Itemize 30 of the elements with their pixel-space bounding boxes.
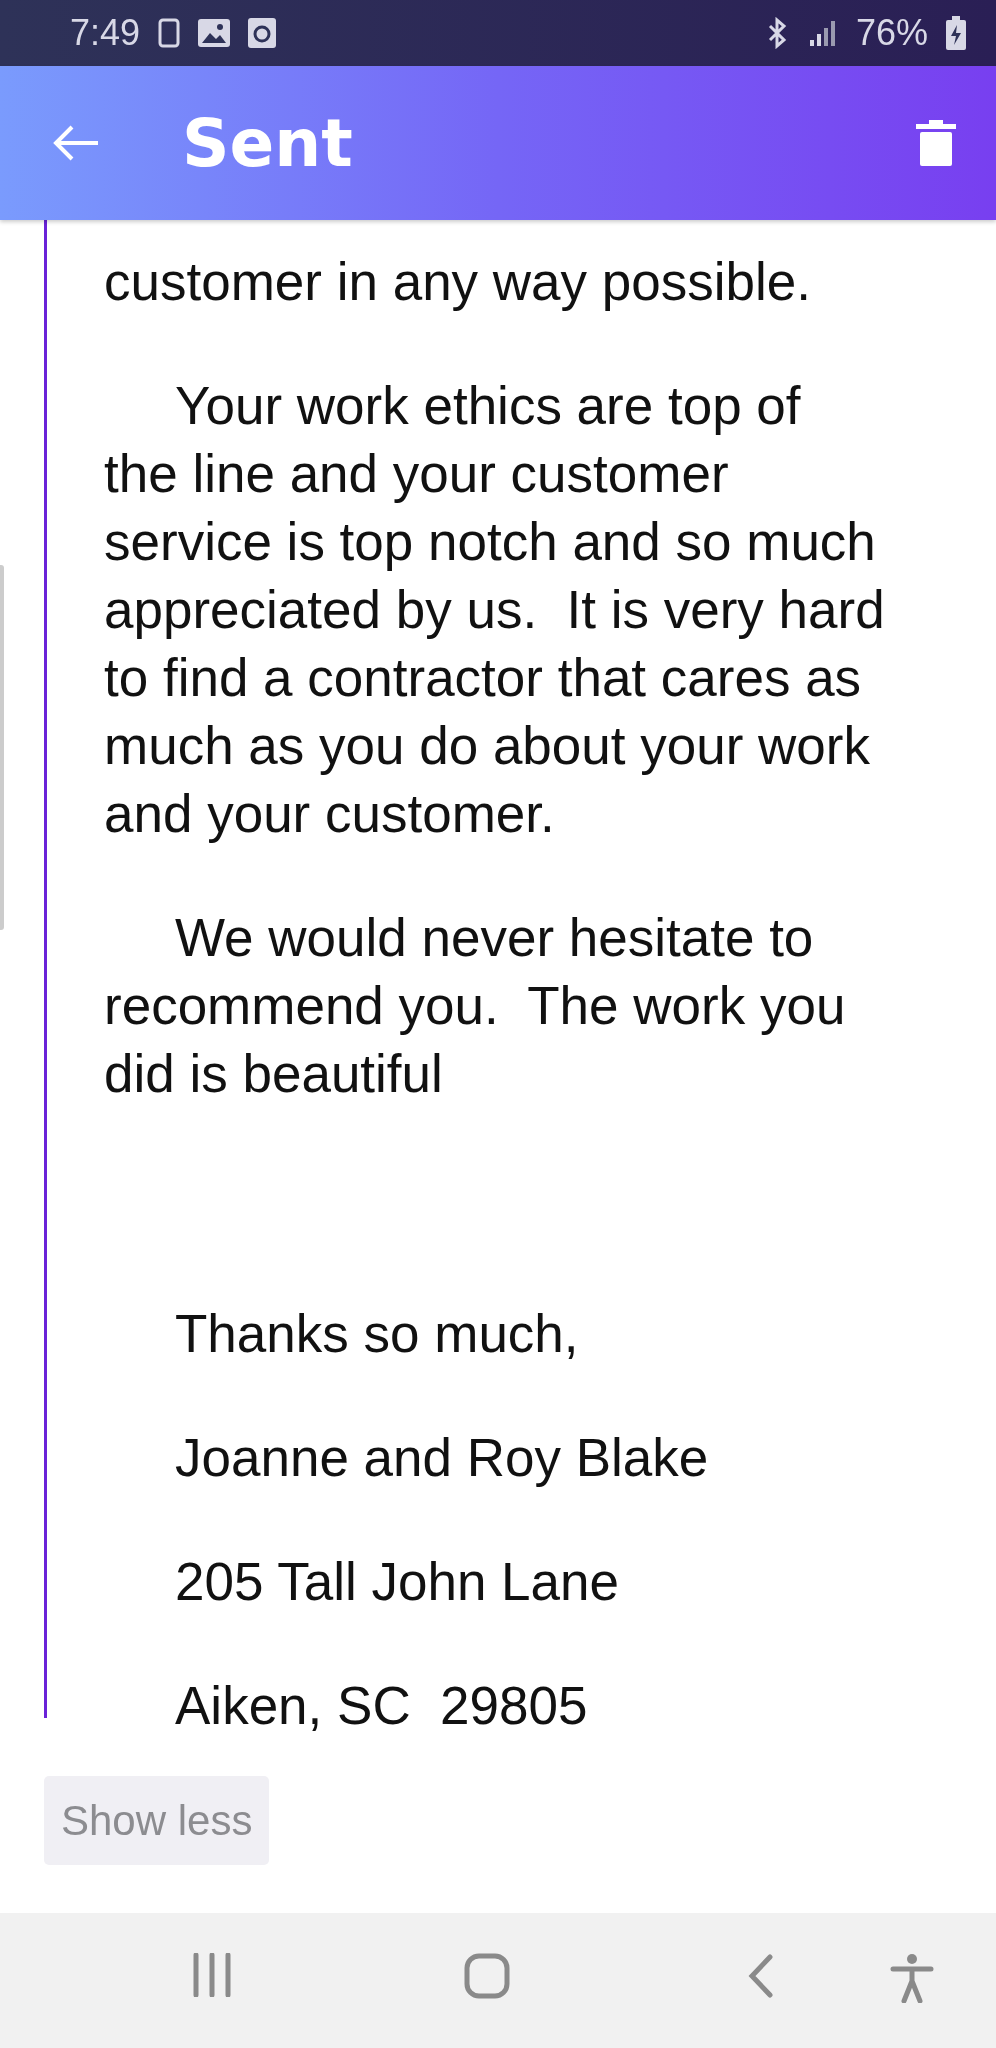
delete-button[interactable] [916,120,956,166]
message-text-line: We would never hesitate to [174,907,815,969]
message-text-line: appreciated by us. It is very hard [104,579,886,641]
back-button[interactable] [52,123,100,163]
back-nav-button[interactable] [746,1953,776,1999]
accessibility-button[interactable] [890,1953,934,2003]
message-text-line: Your work ethics are top of [174,375,802,437]
home-button[interactable] [464,1953,510,1999]
message-text-line: and your customer. [104,783,556,845]
phone-icon [158,18,181,48]
scroll-handle[interactable] [0,565,4,930]
message-text-line: the line and your customer [104,443,730,505]
image-icon [198,19,231,47]
show-less-button[interactable]: Show less [44,1776,270,1865]
battery-percentage: 76% [855,12,928,54]
message-text-line: recommend you. The work you [104,975,847,1037]
refresh-icon [248,18,277,48]
battery-icon [946,16,966,50]
message-text-line: service is top notch and so much [104,511,877,573]
message-text-line: customer in any way possible. [104,251,812,313]
signature-line: 205 Tall John Lane [175,1551,620,1613]
message-text-line: did is beautiful [104,1043,444,1105]
signal-icon [807,18,838,48]
signature-line: Joanne and Roy Blake [175,1427,710,1489]
message-text-line: to find a contractor that cares as [104,647,863,709]
screen-title: Sent [182,104,354,182]
signature-line: Thanks so much, [175,1303,580,1365]
message-text-line: much as you do about your work [104,715,871,777]
signature-line: Aiken, SC 29805 [175,1675,589,1737]
clock: 7:49 [70,12,141,54]
